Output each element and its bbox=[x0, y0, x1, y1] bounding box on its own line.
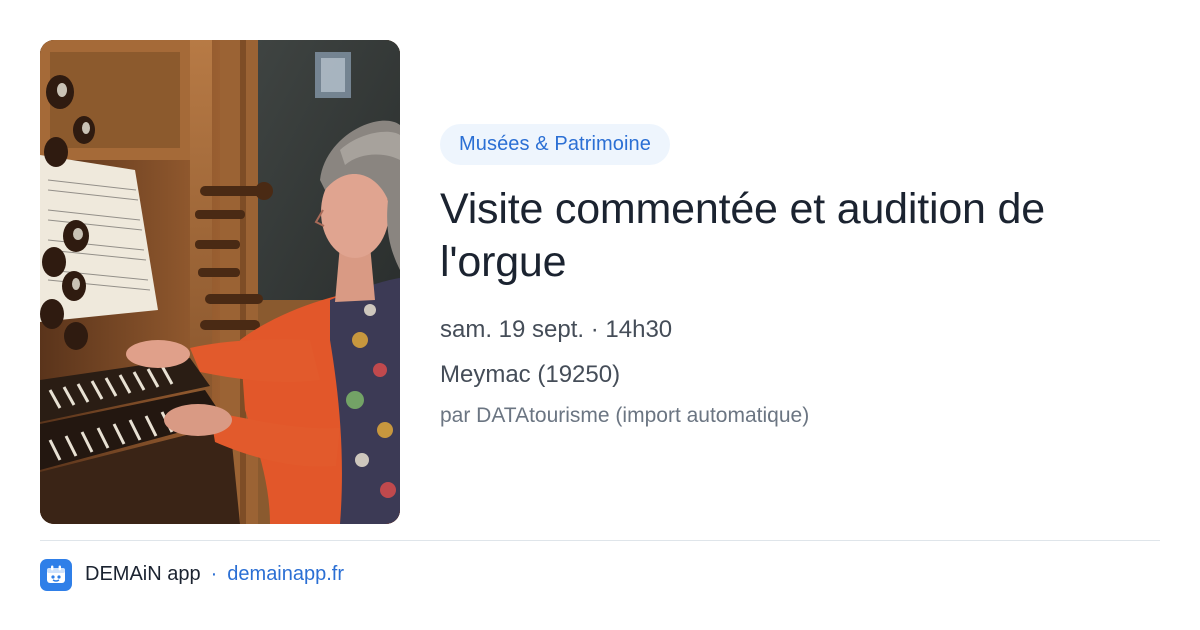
event-title[interactable]: Visite commentée et audition de l'orgue bbox=[440, 183, 1120, 289]
app-name: DEMAiN app bbox=[85, 563, 201, 585]
event-source: par DATAtourisme (import automatique) bbox=[440, 404, 810, 427]
event-datetime: sam. 19 sept. · 14h30 bbox=[440, 316, 673, 343]
app-domain-link[interactable]: demainapp.fr bbox=[227, 563, 344, 586]
footer-separator: · bbox=[210, 563, 218, 585]
app-logo-icon bbox=[40, 558, 72, 591]
event-photo bbox=[40, 40, 400, 524]
event-location: Meymac (19250) bbox=[440, 361, 621, 388]
footer: DEMAiN app · demainapp.fr bbox=[40, 558, 344, 591]
category-badge[interactable]: Musées & Patrimoine bbox=[440, 124, 670, 165]
event-card[interactable]: Musées & Patrimoine Visite commentée et … bbox=[0, 0, 1200, 630]
event-details: Musées & Patrimoine Visite commentée et … bbox=[440, 124, 1160, 430]
divider bbox=[40, 540, 1160, 541]
